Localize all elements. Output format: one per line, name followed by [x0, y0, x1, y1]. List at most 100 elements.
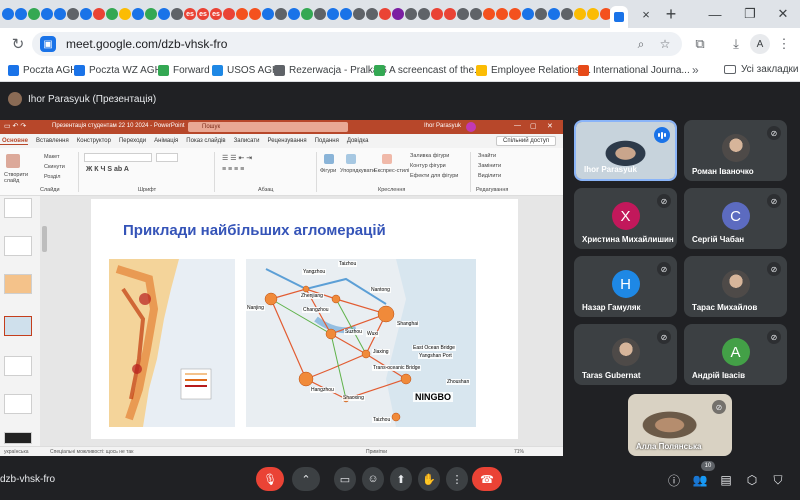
all-bookmarks-folder[interactable]: Усі закладки [724, 64, 799, 75]
participant-tile[interactable]: Х ⊘ Христина Михайлишин [574, 188, 677, 249]
tab-favicon-icon[interactable] [509, 8, 521, 20]
ppt-tab[interactable]: Рецензування [267, 138, 306, 144]
captions-icon[interactable]: ▭ [334, 467, 356, 491]
tab-favicon-icon[interactable] [496, 8, 508, 20]
bookmark-item[interactable]: Employee Relations:... [476, 65, 591, 76]
site-info-icon[interactable]: ▣ [40, 36, 56, 52]
arrange-button[interactable]: Упорядкувати [340, 168, 375, 174]
maximize-icon[interactable]: ❐ [735, 0, 765, 28]
browser-menu-icon[interactable]: ⋮ [774, 34, 794, 54]
arrange-icon[interactable] [346, 154, 356, 164]
tab-favicon-icon[interactable] [600, 8, 610, 20]
people-icon[interactable]: 👥 [690, 470, 710, 490]
slide-thumbnail[interactable] [4, 394, 32, 414]
omnibox[interactable]: ▣ meet.google.com/dzb-vhsk-fro ⌕ ☆ [32, 32, 682, 56]
tab-favicon-icon[interactable] [366, 8, 378, 20]
tab-favicon-icon[interactable] [249, 8, 261, 20]
bookmark-item[interactable]: USOS AGH [212, 65, 279, 76]
tab-favicon-icon[interactable] [132, 8, 144, 20]
font-format-buttons[interactable]: Ж К Ч S ab A [86, 166, 129, 173]
status-notes[interactable]: Примітки [366, 449, 387, 455]
slide-thumbnail-selected[interactable] [4, 316, 32, 336]
participant-tile[interactable]: А ⊘ Андрій Івасів [684, 324, 787, 385]
tab-favicon-icon[interactable] [158, 8, 170, 20]
tab-favicon-icon[interactable] [54, 8, 66, 20]
tab-favicon-icon[interactable]: es [184, 8, 196, 20]
find-button[interactable]: Знайти [478, 153, 496, 159]
tab-favicon-icon[interactable] [262, 8, 274, 20]
raise-hand-icon[interactable]: ✋ [418, 467, 440, 491]
tab-favicon-icon[interactable] [314, 8, 326, 20]
bookmarks-overflow-icon[interactable]: » [692, 63, 699, 77]
tab-favicon-icon[interactable] [119, 8, 131, 20]
ppt-tab[interactable]: Анімація [154, 138, 178, 144]
tab-favicon-icon[interactable] [483, 8, 495, 20]
emoji-icon[interactable]: ☺ [362, 467, 384, 491]
tab-favicon-icon[interactable] [444, 8, 456, 20]
tab-favicon-icon[interactable] [171, 8, 183, 20]
new-slide-icon[interactable] [6, 154, 20, 168]
tab-favicon-icon[interactable] [470, 8, 482, 20]
tab-favicon-icon[interactable] [392, 8, 404, 20]
tab-favicon-icon[interactable] [405, 8, 417, 20]
zoom-icon[interactable]: ⌕ [632, 35, 650, 53]
ppt-close-icon[interactable]: ✕ [547, 122, 553, 130]
ppt-tab[interactable]: Вставлення [36, 138, 69, 144]
slide-canvas[interactable]: Приклади найбільших агломерацій Taizhou … [91, 199, 518, 439]
tab-favicon-icon[interactable] [145, 8, 157, 20]
more-options-icon[interactable]: ⋮ [446, 467, 468, 491]
host-controls-icon[interactable]: ⛉ [768, 470, 788, 490]
participant-tile[interactable]: Н ⊘ Назар Гамуляк [574, 256, 677, 317]
participant-tile[interactable]: ⊘ Роман Іваночко [684, 120, 787, 181]
ppt-tab[interactable]: Подання [315, 138, 339, 144]
tab-favicon-icon[interactable] [301, 8, 313, 20]
bookmark-item[interactable]: Forward [158, 65, 210, 76]
tab-favicon-icon[interactable] [431, 8, 443, 20]
slide-thumbnail[interactable] [4, 432, 32, 444]
tab-favicon-icon[interactable] [327, 8, 339, 20]
new-tab-button[interactable]: + [660, 3, 682, 25]
active-tab[interactable] [610, 6, 628, 28]
tab-favicon-icon[interactable] [106, 8, 118, 20]
font-size-select[interactable] [156, 153, 178, 162]
activities-icon[interactable]: ⬡ [742, 470, 762, 490]
tab-favicon-icon[interactable] [288, 8, 300, 20]
tab-favicon-icon[interactable] [340, 8, 352, 20]
present-screen-icon[interactable]: ⬆ [390, 467, 412, 491]
ppt-tab[interactable]: Переходи [119, 138, 146, 144]
tab-favicon-icon[interactable] [561, 8, 573, 20]
tab-favicon-icon[interactable] [457, 8, 469, 20]
tab-favicon-icon[interactable] [67, 8, 79, 20]
tab-favicon-icon[interactable] [80, 8, 92, 20]
layout-button[interactable]: Макет [44, 154, 60, 160]
slide-thumbnail[interactable] [4, 236, 32, 256]
participant-tile[interactable]: ⊘ Taras Gubernat [574, 324, 677, 385]
tab-favicon-icon[interactable] [353, 8, 365, 20]
bookmark-star-icon[interactable]: ☆ [656, 35, 674, 53]
tab-favicon-icon[interactable] [223, 8, 235, 20]
bookmark-item[interactable]: International Journa... [578, 65, 690, 76]
tab-favicon-icon[interactable] [236, 8, 248, 20]
ppt-share-button[interactable]: Спільний доступ [496, 136, 557, 146]
tab-favicon-icon[interactable] [587, 8, 599, 20]
ppt-maximize-icon[interactable]: ▢ [530, 122, 537, 130]
ppt-tab[interactable]: Конструктор [77, 138, 111, 144]
replace-button[interactable]: Замінити [478, 163, 501, 169]
participant-tile[interactable]: ⊘ Алла Полянська [628, 394, 732, 456]
chat-icon[interactable]: ▤ [716, 470, 736, 490]
tab-favicon-icon[interactable] [275, 8, 287, 20]
camera-options-icon[interactable]: ⌃ [292, 467, 320, 491]
profile-avatar[interactable]: A [750, 34, 770, 54]
meeting-info-icon[interactable]: ⓘ [664, 470, 684, 490]
status-accessibility[interactable]: Спеціальні можливості: щось не так [50, 449, 133, 455]
participant-tile[interactable]: С ⊘ Сергій Чабан [684, 188, 787, 249]
tab-close-icon[interactable]: × [636, 4, 656, 24]
bookmark-item[interactable]: Rezerwacja - Pralka 6 [274, 65, 387, 76]
select-button[interactable]: Виділити [478, 173, 501, 179]
thumbnail-scrollbar[interactable] [42, 226, 47, 252]
tab-favicon-icon[interactable] [418, 8, 430, 20]
font-name-select[interactable] [84, 153, 152, 162]
tab-favicon-icon[interactable]: es [210, 8, 222, 20]
tab-favicon-icon[interactable] [93, 8, 105, 20]
section-button[interactable]: Розділ [44, 174, 60, 180]
